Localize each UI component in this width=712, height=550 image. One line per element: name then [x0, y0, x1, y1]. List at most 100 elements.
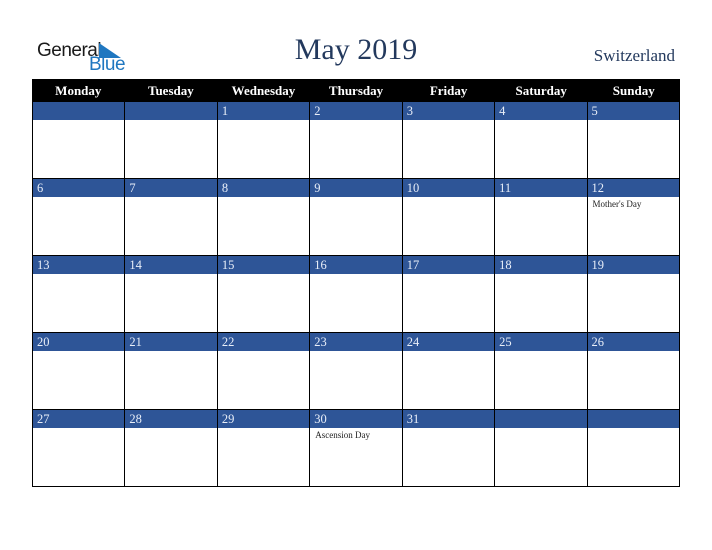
- day-number: 24: [402, 333, 495, 351]
- holiday-label: [495, 120, 586, 122]
- day-cell: 19: [586, 256, 680, 332]
- day-number: [33, 102, 125, 120]
- weekday-saturday: Saturday: [515, 83, 567, 98]
- day-number: 7: [125, 179, 217, 197]
- holiday-label: [125, 120, 216, 122]
- day-cell: 7: [124, 179, 217, 255]
- week-row: 6 7 8 9 10 11 12 Mother's Day: [32, 179, 680, 256]
- holiday-label: [218, 351, 309, 353]
- day-number: 30: [310, 410, 402, 428]
- holiday-label: [310, 351, 401, 353]
- holiday-label: [218, 428, 309, 430]
- week-row: 27 28 29 30 Ascension Day 31: [32, 410, 680, 487]
- day-cell: 28: [124, 410, 217, 486]
- day-number: 20: [33, 333, 125, 351]
- day-number: 6: [33, 179, 125, 197]
- holiday-label: [403, 197, 494, 199]
- day-cell: 30 Ascension Day: [309, 410, 402, 486]
- day-number: 2: [310, 102, 402, 120]
- holiday-label: [125, 274, 216, 276]
- day-number: 31: [402, 410, 495, 428]
- day-cell: 21: [124, 333, 217, 409]
- day-number: 22: [217, 333, 310, 351]
- weekday-monday: Monday: [55, 83, 102, 98]
- day-cell: 22: [216, 333, 310, 409]
- day-number: 8: [217, 179, 310, 197]
- day-cell: 20: [32, 333, 125, 409]
- day-cell: 5: [586, 102, 680, 178]
- holiday-label: [125, 197, 216, 199]
- day-cell: [32, 102, 125, 178]
- day-number: 26: [587, 333, 679, 351]
- day-cell: 6: [32, 179, 125, 255]
- day-number: 25: [495, 333, 587, 351]
- day-cell: [586, 410, 680, 486]
- holiday-label: [495, 197, 586, 199]
- day-cell: 24: [401, 333, 495, 409]
- day-number: 18: [495, 256, 587, 274]
- day-cell: 13: [32, 256, 125, 332]
- day-number: 12: [587, 179, 679, 197]
- holiday-label: [588, 274, 679, 276]
- holiday-label: [125, 428, 216, 430]
- day-number: 1: [217, 102, 310, 120]
- day-cell: 8: [216, 179, 310, 255]
- holiday-label: [588, 351, 679, 353]
- day-number: 4: [495, 102, 587, 120]
- holiday-label: [33, 428, 124, 430]
- holiday-label: [495, 351, 586, 353]
- calendar-grid: Monday Tuesday Wednesday Thursday Friday…: [32, 79, 680, 487]
- day-cell: 26: [586, 333, 680, 409]
- holiday-label: [218, 197, 309, 199]
- weekday-friday: Friday: [429, 83, 468, 98]
- day-number: 28: [125, 410, 217, 428]
- day-cell: 14: [124, 256, 217, 332]
- holiday-label: [125, 351, 216, 353]
- day-cell: 12 Mother's Day: [586, 179, 680, 255]
- holiday-label: [403, 120, 494, 122]
- holiday-label: [33, 197, 124, 199]
- holiday-label: [588, 428, 679, 430]
- day-cell: 27: [32, 410, 125, 486]
- holiday-label: Mother's Day: [592, 199, 642, 209]
- country-label: Switzerland: [593, 46, 675, 65]
- holiday-label: [310, 120, 401, 122]
- week-row: 12345: [32, 102, 680, 179]
- day-number: 19: [587, 256, 679, 274]
- day-cell: [124, 102, 217, 178]
- holiday-label: [588, 120, 679, 122]
- weekday-header: Monday Tuesday Wednesday Thursday Friday…: [32, 79, 680, 102]
- day-number: [495, 410, 587, 428]
- day-number: 27: [33, 410, 125, 428]
- day-number: [587, 410, 679, 428]
- weekday-thursday: Thursday: [328, 83, 384, 98]
- holiday-label: [403, 428, 494, 430]
- holiday-label: [310, 197, 401, 199]
- day-cell: [494, 410, 587, 486]
- day-number: 23: [310, 333, 402, 351]
- day-cell: 18: [494, 256, 587, 332]
- holiday-label: [33, 120, 124, 122]
- holiday-label: [495, 428, 586, 430]
- day-number: 14: [125, 256, 217, 274]
- day-number: 3: [402, 102, 495, 120]
- week-row: 20 21 22 23 24 25 26: [32, 333, 680, 410]
- day-cell: 3: [401, 102, 495, 178]
- day-cell: 11: [494, 179, 587, 255]
- day-cell: 1: [216, 102, 310, 178]
- day-number: 10: [402, 179, 495, 197]
- weekday-sunday: Sunday: [612, 83, 655, 98]
- holiday-label: [218, 120, 309, 122]
- day-number: 11: [495, 179, 587, 197]
- holiday-label: [495, 274, 586, 276]
- day-cell: 16: [309, 256, 402, 332]
- day-number: 15: [217, 256, 310, 274]
- day-number: 21: [125, 333, 217, 351]
- day-cell: 15: [216, 256, 310, 332]
- week-row: 13 14 15 16 17 18 19: [32, 256, 680, 333]
- weekday-tuesday: Tuesday: [147, 83, 194, 98]
- day-number: 13: [33, 256, 125, 274]
- day-number: [125, 102, 217, 120]
- day-cell: 25: [494, 333, 587, 409]
- day-number: 17: [402, 256, 495, 274]
